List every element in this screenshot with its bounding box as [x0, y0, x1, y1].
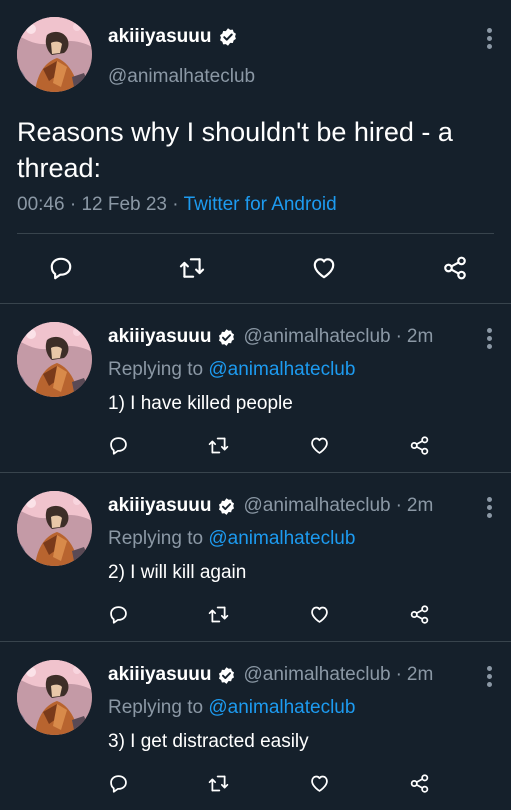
- tweet-date: 12 Feb 23: [81, 194, 168, 215]
- replying-label: Replying to: [108, 528, 204, 549]
- author-name-row: akiiiyasuuu @animalhateclub · 2m: [108, 326, 433, 348]
- share-button[interactable]: [409, 604, 430, 625]
- author-name-row: akiiiyasuuu @animalhateclub · 2m: [108, 664, 433, 686]
- like-button[interactable]: [311, 255, 337, 281]
- reply-button[interactable]: [108, 604, 129, 625]
- more-icon[interactable]: [485, 497, 493, 518]
- meta-separator: ·: [172, 194, 179, 215]
- tweet-actions: [108, 432, 430, 458]
- tweet-source-link[interactable]: Twitter for Android: [184, 194, 337, 215]
- avatar[interactable]: [17, 660, 92, 735]
- author-name-row: akiiiyasuuu @animalhateclub · 2m: [108, 495, 433, 517]
- reply-tweet[interactable]: akiiiyasuuu @animalhateclub · 2m Replyin…: [0, 642, 511, 810]
- share-icon: [409, 604, 430, 625]
- handle[interactable]: @animalhateclub: [244, 326, 391, 348]
- reply-text: 3) I get distracted easily: [108, 731, 309, 752]
- reply-button[interactable]: [48, 255, 74, 281]
- reply-time: 2m: [406, 664, 434, 685]
- verified-icon: [217, 497, 236, 516]
- tweet-actions: [108, 601, 430, 627]
- retweet-icon: [208, 435, 229, 456]
- retweet-button[interactable]: [208, 773, 229, 794]
- retweet-icon: [208, 773, 229, 794]
- retweet-icon: [179, 255, 205, 281]
- retweet-button[interactable]: [208, 604, 229, 625]
- avatar-image: [17, 322, 92, 397]
- reply-tweet[interactable]: akiiiyasuuu @animalhateclub · 2m Replyin…: [0, 304, 511, 472]
- reply-icon: [108, 773, 129, 794]
- avatar[interactable]: [17, 491, 92, 566]
- meta-separator: ·: [395, 664, 402, 685]
- reply-icon: [108, 435, 129, 456]
- share-icon: [409, 773, 430, 794]
- reply-time: 2m: [406, 495, 434, 516]
- tweet-meta: 00:46 · 12 Feb 23 · Twitter for Android: [17, 194, 337, 216]
- like-button[interactable]: [309, 435, 330, 456]
- replying-to: Replying to @animalhateclub: [108, 359, 355, 381]
- share-icon: [409, 435, 430, 456]
- tweet-time: 00:46: [17, 194, 65, 215]
- avatar-image: [17, 660, 92, 735]
- replying-label: Replying to: [108, 359, 204, 380]
- reply-tweet[interactable]: akiiiyasuuu @animalhateclub · 2m Replyin…: [0, 473, 511, 641]
- reply-icon: [48, 255, 74, 281]
- meta-separator: ·: [395, 495, 402, 516]
- retweet-icon: [208, 604, 229, 625]
- avatar[interactable]: [17, 17, 92, 92]
- reply-text: 1) I have killed people: [108, 393, 293, 414]
- handle[interactable]: @animalhateclub: [244, 664, 391, 686]
- reply-button[interactable]: [108, 773, 129, 794]
- retweet-button[interactable]: [208, 435, 229, 456]
- display-name[interactable]: akiiiyasuuu: [108, 326, 212, 348]
- handle[interactable]: @animalhateclub: [244, 495, 391, 517]
- mention-link[interactable]: @animalhateclub: [208, 359, 355, 380]
- reply-text: 2) I will kill again: [108, 562, 247, 583]
- display-name[interactable]: akiiiyasuuu: [108, 495, 212, 517]
- avatar-image: [17, 17, 92, 92]
- verified-icon: [217, 328, 236, 347]
- handle[interactable]: @animalhateclub: [108, 66, 255, 88]
- verified-icon: [218, 27, 238, 47]
- share-button[interactable]: [409, 773, 430, 794]
- share-button[interactable]: [409, 435, 430, 456]
- like-button[interactable]: [309, 773, 330, 794]
- avatar[interactable]: [17, 322, 92, 397]
- like-icon: [311, 255, 337, 281]
- reply-icon: [108, 604, 129, 625]
- replying-label: Replying to: [108, 697, 204, 718]
- like-icon: [309, 773, 330, 794]
- meta-separator: ·: [69, 194, 77, 215]
- share-icon: [442, 255, 468, 281]
- tweet-actions: [48, 252, 468, 284]
- display-name[interactable]: akiiiyasuuu: [108, 26, 212, 48]
- like-icon: [309, 435, 330, 456]
- mention-link[interactable]: @animalhateclub: [208, 697, 355, 718]
- share-button[interactable]: [442, 255, 468, 281]
- like-button[interactable]: [309, 604, 330, 625]
- retweet-button[interactable]: [179, 255, 205, 281]
- tweet-actions: [108, 770, 430, 796]
- main-tweet: akiiiyasuuu @animalhateclub Reasons why …: [0, 0, 511, 303]
- replying-to: Replying to @animalhateclub: [108, 528, 355, 550]
- author-name-row: akiiiyasuuu: [108, 26, 238, 48]
- reply-time: 2m: [406, 326, 434, 347]
- avatar-image: [17, 491, 92, 566]
- more-icon[interactable]: [485, 28, 493, 49]
- more-icon[interactable]: [485, 666, 493, 687]
- replying-to: Replying to @animalhateclub: [108, 697, 355, 719]
- display-name[interactable]: akiiiyasuuu: [108, 664, 212, 686]
- reply-button[interactable]: [108, 435, 129, 456]
- like-icon: [309, 604, 330, 625]
- tweet-text: Reasons why I shouldn't be hired - a thr…: [17, 117, 453, 183]
- verified-icon: [217, 666, 236, 685]
- mention-link[interactable]: @animalhateclub: [208, 528, 355, 549]
- divider: [17, 233, 494, 234]
- more-icon[interactable]: [485, 328, 493, 349]
- meta-separator: ·: [395, 326, 402, 347]
